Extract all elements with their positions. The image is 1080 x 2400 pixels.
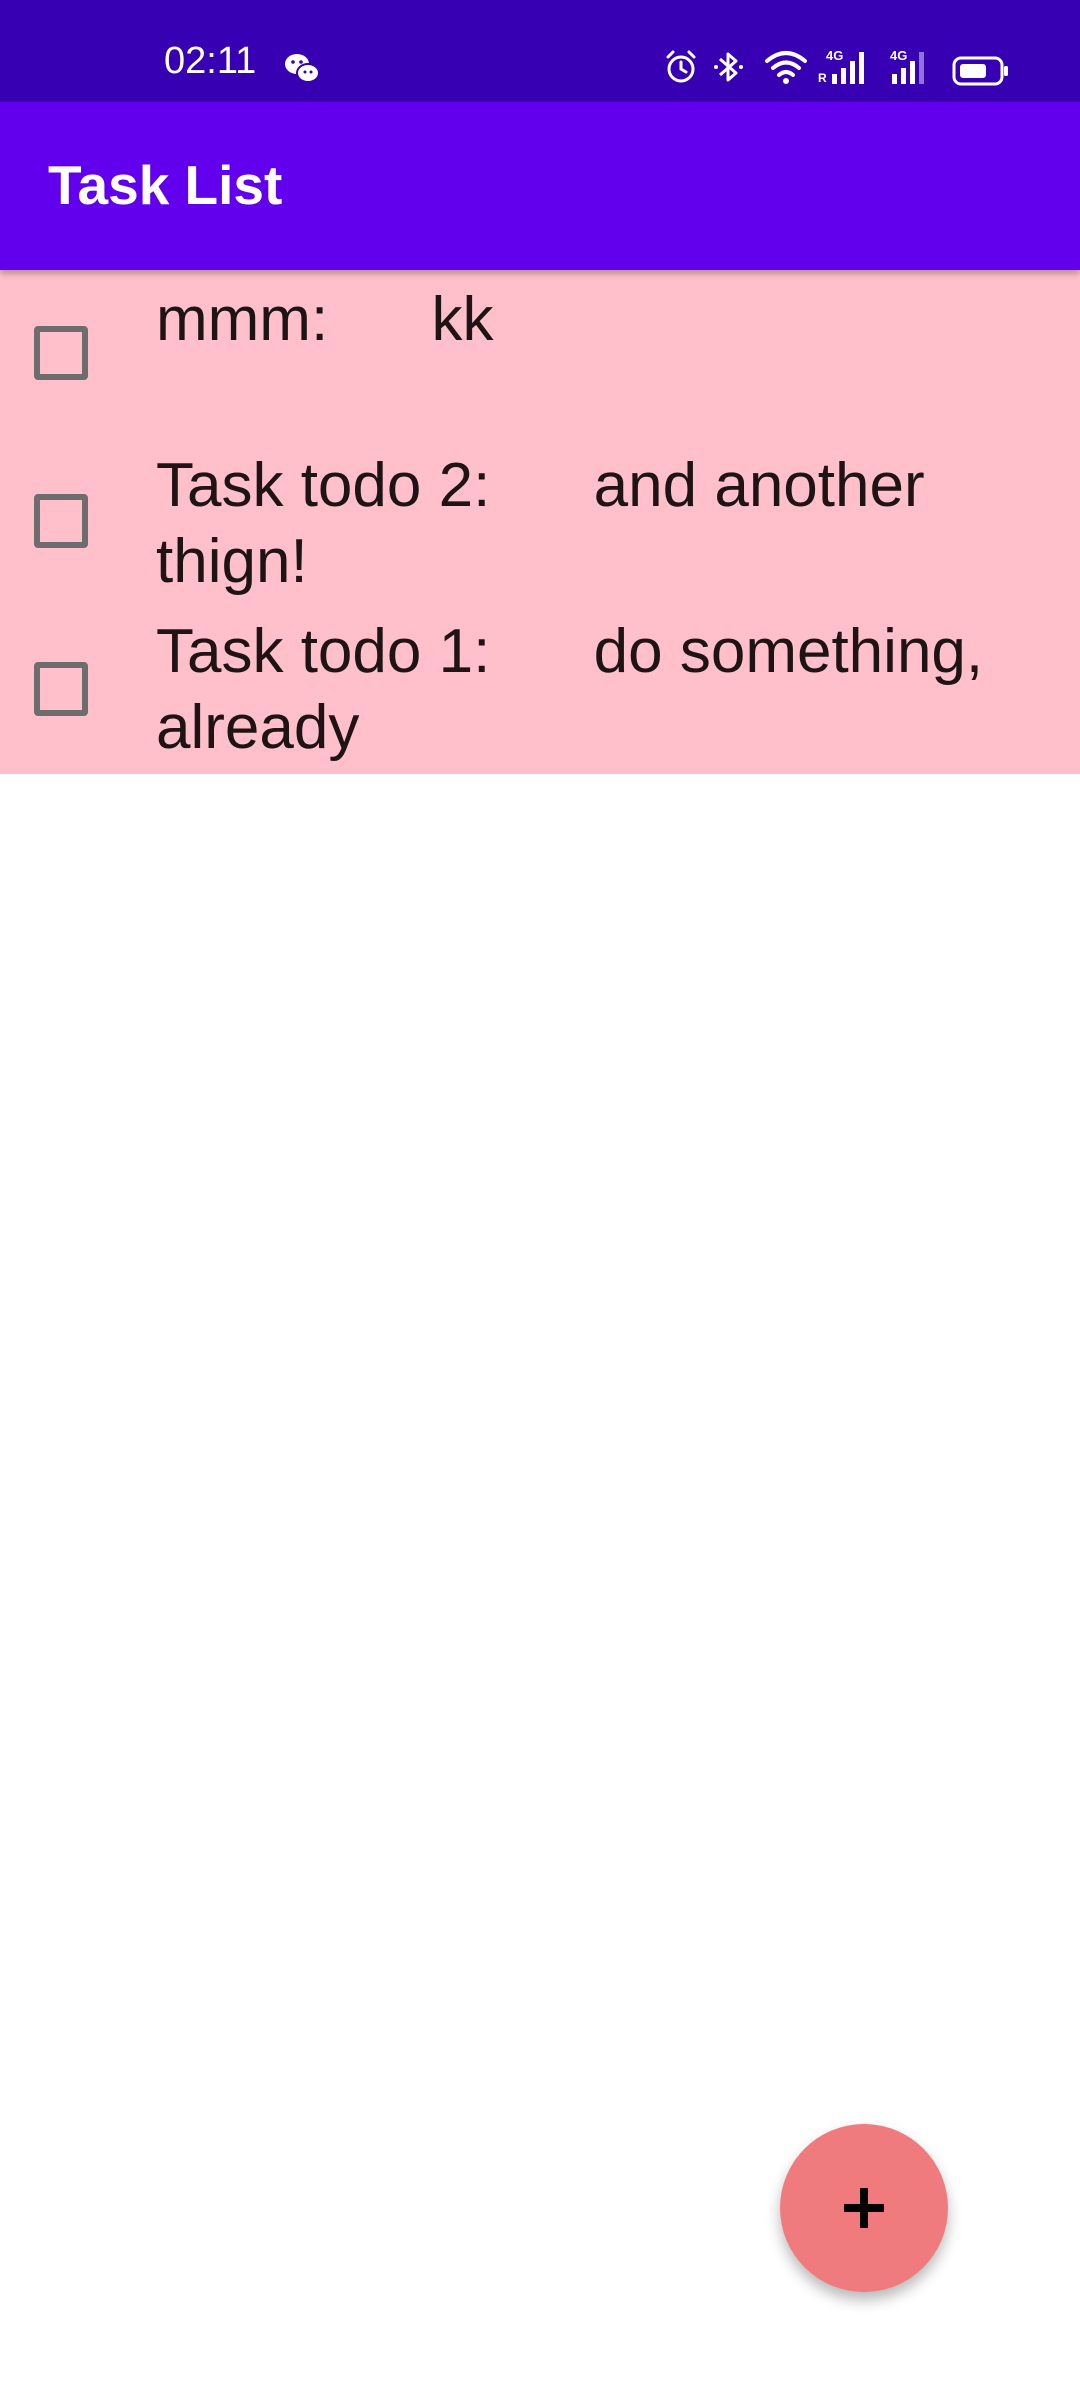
battery-icon <box>952 56 1008 86</box>
task-row[interactable]: Task todo 1: do something, already <box>0 606 1080 774</box>
wifi-icon <box>765 51 807 84</box>
app-bar: Task List <box>0 102 1080 270</box>
alarm-icon <box>666 50 696 83</box>
task-row[interactable]: Task todo 2: and another thign! <box>0 438 1080 606</box>
task-list-screen: 02:11 4G R 4G Task List mmm: kk Task tod… <box>0 0 1080 2400</box>
signal-4g-icon: 4G R <box>818 48 864 85</box>
svg-text:4G: 4G <box>826 48 843 63</box>
app-title: Task List <box>48 154 283 216</box>
bluetooth-icon <box>714 52 743 82</box>
task-text: mmm: kk <box>156 285 494 354</box>
signal-4g-icon: 4G <box>890 48 924 84</box>
svg-text:R: R <box>818 71 827 85</box>
add-task-button[interactable] <box>780 2124 948 2292</box>
task-checkbox[interactable] <box>34 494 88 548</box>
wechat-icon <box>285 54 320 83</box>
task-row[interactable]: mmm: kk <box>0 270 1080 438</box>
task-list: mmm: kk Task todo 2: and another thign! … <box>0 270 1080 774</box>
task-text: Task todo 2: and another thign! <box>156 451 942 596</box>
task-text: Task todo 1: do something, already <box>156 617 1001 762</box>
svg-text:4G: 4G <box>890 48 907 63</box>
status-bar: 02:11 4G R 4G <box>0 0 1080 102</box>
task-checkbox[interactable] <box>34 326 88 380</box>
task-checkbox[interactable] <box>34 662 88 716</box>
status-time: 02:11 <box>164 40 257 82</box>
plus-icon <box>844 2188 884 2228</box>
